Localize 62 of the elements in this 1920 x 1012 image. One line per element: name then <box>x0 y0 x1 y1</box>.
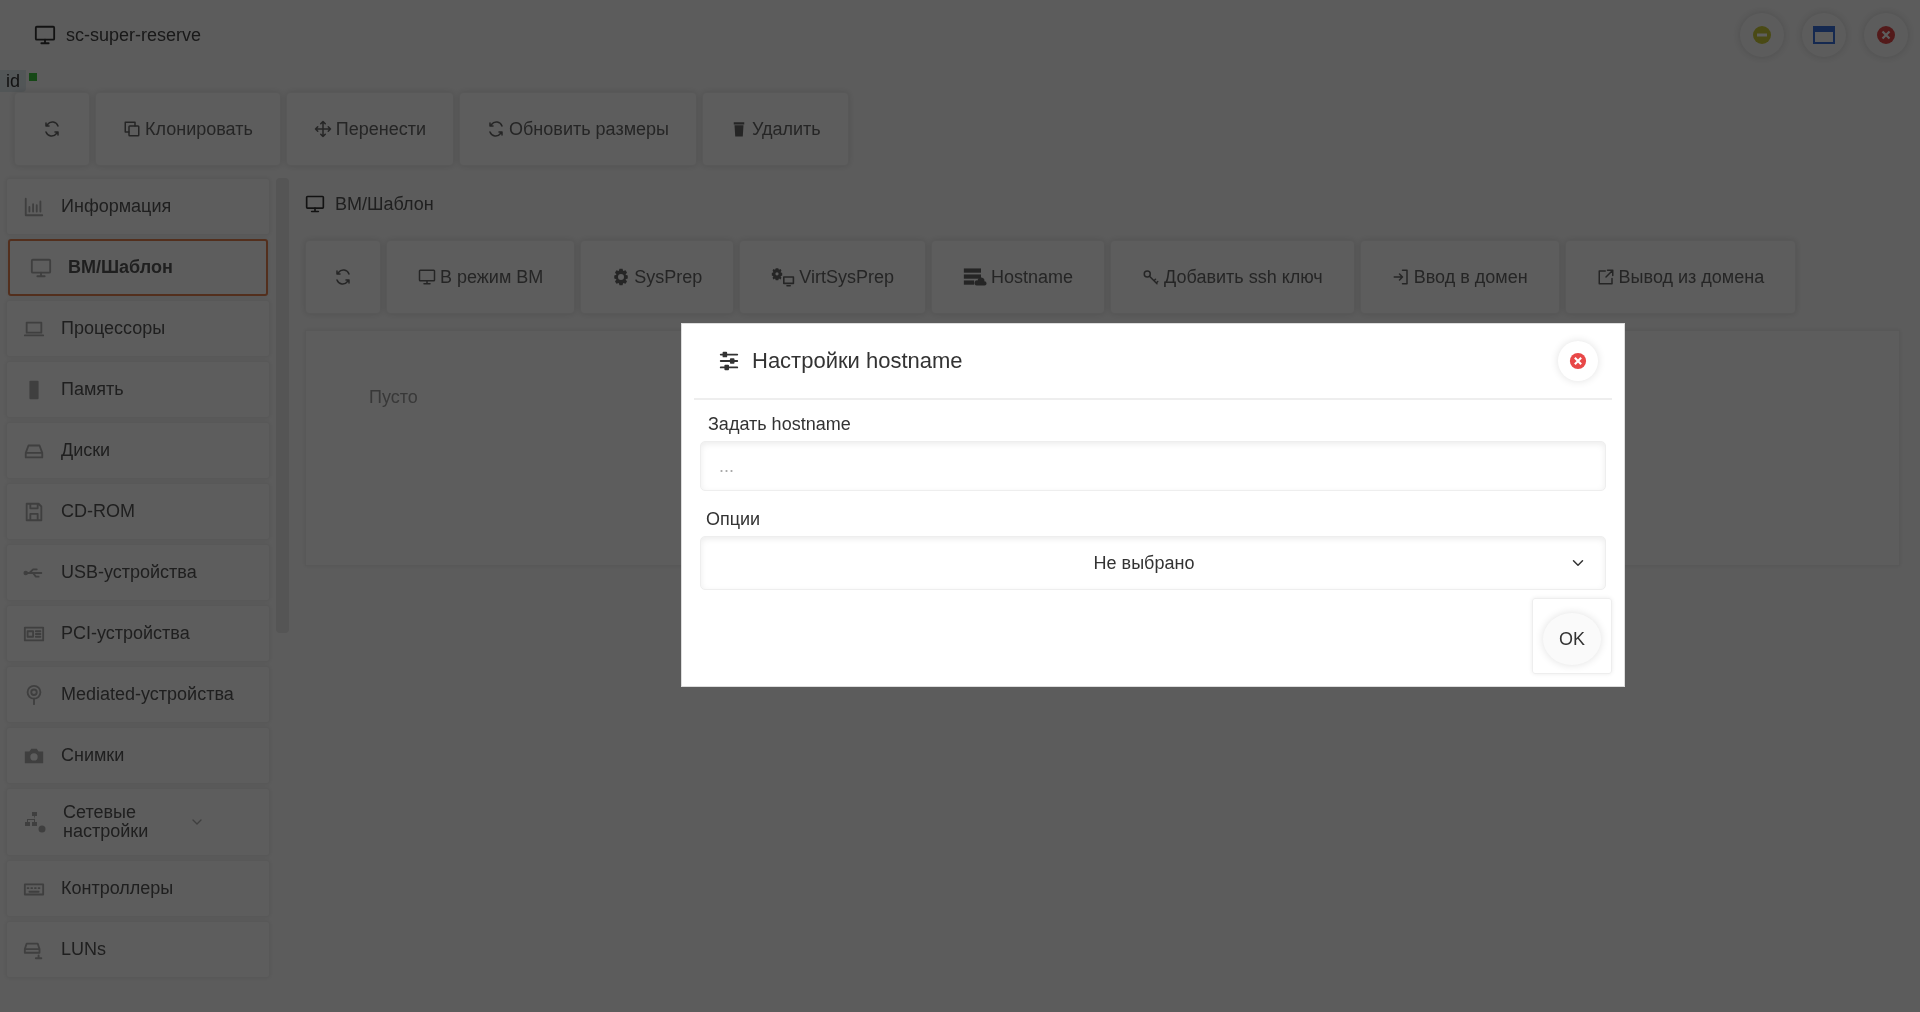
monitor-icon <box>34 24 56 46</box>
refresh-icon <box>487 120 506 138</box>
hostname-input-field[interactable]: ... <box>700 441 1606 491</box>
sidebar-item[interactable]: Контроллеры <box>6 860 270 917</box>
toolbar-button[interactable]: В режим ВМ <box>386 240 576 314</box>
minimize-button[interactable] <box>1740 13 1784 57</box>
toolbar-button[interactable]: Обновить размеры <box>459 92 697 166</box>
sidebar-item[interactable]: Снимки <box>6 727 270 784</box>
toolbar-button[interactable]: Ввод в домен <box>1359 240 1560 314</box>
dialog-title: Настройки hostname <box>752 348 964 374</box>
gear-icon <box>612 268 631 286</box>
monitor-icon <box>418 268 436 286</box>
breadcrumb: ВМ/Шаблон <box>335 193 434 215</box>
window-title: sc-super-reserve <box>66 24 202 46</box>
sidebar-item[interactable]: Процессоры <box>6 300 270 357</box>
toolbar-button[interactable]: SysPrep <box>580 240 735 314</box>
external-link-icon <box>1596 268 1615 286</box>
toolbar-button[interactable]: Вывод из домена <box>1564 240 1797 314</box>
toolbar-button[interactable]: Перенести <box>285 92 455 166</box>
close-button[interactable] <box>1558 341 1598 381</box>
sidebar-item[interactable]: Информация <box>6 178 270 235</box>
sidebar-item[interactable]: USB-устройства <box>6 544 270 601</box>
sidebar-item[interactable]: CD-ROM <box>6 483 270 540</box>
maximize-icon <box>1813 25 1835 45</box>
refresh-button[interactable] <box>14 92 90 166</box>
sidebar-item[interactable]: Mediated-устройства <box>6 666 270 723</box>
key-icon <box>1142 268 1161 286</box>
monitor-icon <box>305 194 325 214</box>
field-label: Опции <box>706 509 762 530</box>
sidebar-item[interactable]: Сетевые настройки <box>6 788 270 856</box>
sidebar-item[interactable]: Диски <box>6 422 270 479</box>
network-icon <box>23 810 47 834</box>
id-badge: id <box>0 70 26 92</box>
toolbar-button[interactable]: Добавить ssh ключ <box>1110 240 1355 314</box>
close-icon <box>1876 25 1896 45</box>
gear-monitor-icon <box>771 265 796 289</box>
refresh-icon <box>334 268 352 286</box>
toolbar-button[interactable]: VirtSysPrep <box>739 240 927 314</box>
floppy-icon <box>23 500 45 523</box>
move-arrows-icon <box>313 120 332 138</box>
minimize-icon <box>1752 25 1772 45</box>
sidebar-item[interactable]: Память <box>6 361 270 418</box>
ok-button[interactable]: OK <box>1543 613 1601 665</box>
toolbar-button[interactable]: Удалить <box>702 92 849 166</box>
copy-icon <box>123 120 141 138</box>
close-button[interactable] <box>1864 13 1908 57</box>
sidebar-item[interactable]: ВМ/Шаблон <box>8 239 268 296</box>
monitor-icon <box>30 256 52 279</box>
options-dropdown[interactable]: Не выбрано <box>700 536 1606 590</box>
close-icon <box>1569 352 1587 370</box>
bar-chart-icon <box>23 195 45 218</box>
refresh-button[interactable] <box>305 240 381 314</box>
sign-in-icon <box>1391 268 1410 286</box>
sidebar-item[interactable]: PCI-устройства <box>6 605 270 662</box>
sliders-icon <box>718 350 740 372</box>
toolbar-button[interactable]: Клонировать <box>95 92 281 166</box>
refresh-icon <box>43 120 61 138</box>
field-label: Задать hostname <box>708 414 852 435</box>
sidebar-item[interactable]: LUNs <box>6 921 270 978</box>
server-cloud-icon <box>963 265 988 289</box>
toolbar-button[interactable]: Hostname <box>931 240 1106 314</box>
maximize-button[interactable] <box>1802 13 1846 57</box>
